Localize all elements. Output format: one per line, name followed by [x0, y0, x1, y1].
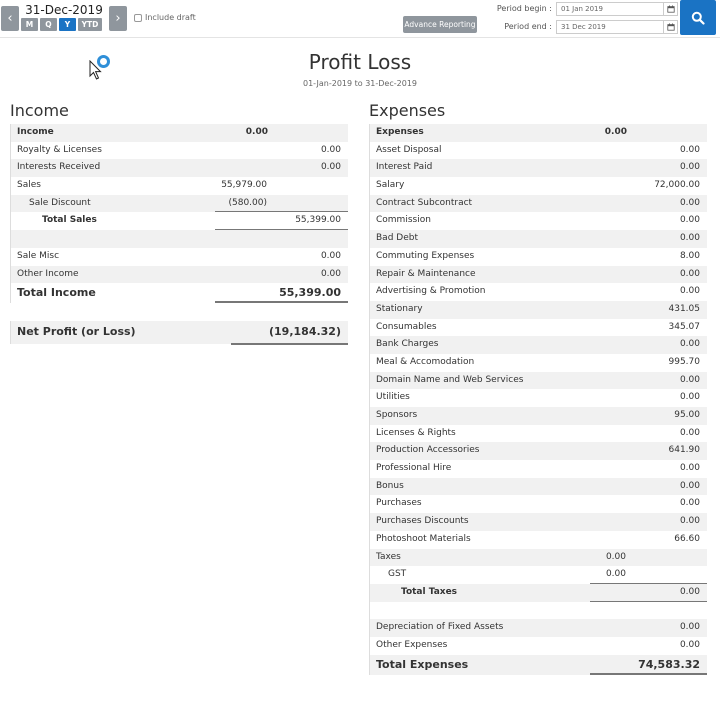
table-row[interactable]: Interests Received 0.00 [11, 159, 348, 178]
table-row[interactable]: Sale Misc 0.00 [11, 248, 348, 266]
report-toolbar: ‹ 31-Dec-2019 M Q Y YTD › Include draft … [0, 0, 720, 38]
table-row[interactable]: Sponsors 95.00 [370, 407, 707, 425]
previous-period-button[interactable]: ‹ [1, 6, 19, 31]
table-row[interactable]: Meal & Accomodation 995.70 [370, 354, 707, 372]
table-row[interactable]: GST 0.00 [370, 566, 707, 584]
calendar-icon[interactable] [664, 19, 678, 34]
page-title: Profit Loss [308, 50, 412, 74]
net-profit-row: Net Profit (or Loss) (19,184.32) [10, 321, 348, 345]
period-month-button[interactable]: M [21, 18, 38, 31]
table-row[interactable]: Bad Debt 0.00 [370, 230, 707, 248]
table-row[interactable]: Professional Hire 0.00 [370, 460, 707, 478]
search-button[interactable] [680, 0, 716, 35]
table-row[interactable]: Purchases Discounts 0.00 [370, 513, 707, 531]
period-button-group: M Q Y YTD [21, 18, 102, 31]
table-row[interactable]: Sales 55,979.00 [11, 177, 348, 195]
table-row[interactable]: Contract Subcontract 0.00 [370, 194, 707, 213]
period-begin-input[interactable] [556, 1, 664, 16]
table-row[interactable]: Interest Paid 0.00 [370, 159, 707, 178]
table-row[interactable]: Domain Name and Web Services 0.00 [370, 371, 707, 390]
table-row[interactable]: Asset Disposal 0.00 [370, 142, 707, 160]
table-row[interactable]: Other Income 0.00 [11, 265, 348, 284]
period-quarter-button[interactable]: Q [40, 18, 57, 31]
table-row[interactable]: Salary 72,000.00 [370, 177, 707, 195]
period-end-row: Period end : [470, 19, 678, 34]
table-row[interactable]: Bank Charges 0.00 [370, 336, 707, 354]
table-row[interactable]: Bonus 0.00 [370, 477, 707, 496]
spacer-row [370, 602, 707, 620]
table-row[interactable]: Utilities 0.00 [370, 389, 707, 407]
period-end-input[interactable] [556, 19, 664, 34]
include-draft-checkbox[interactable] [134, 13, 142, 22]
period-begin-label: Period begin : [496, 4, 552, 13]
table-row[interactable]: Other Expenses 0.00 [370, 637, 707, 655]
table-row[interactable]: Depreciation of Fixed Assets 0.00 [370, 619, 707, 637]
total-income-row: Total Income 55,399.00 [11, 283, 348, 304]
table-row[interactable]: Sale Discount (580.00) [11, 194, 348, 213]
search-icon [691, 11, 705, 25]
table-row[interactable]: Commuting Expenses 8.00 [370, 248, 707, 266]
spacer-row [11, 230, 348, 248]
expenses-header-row: Expenses 0.00 [370, 124, 707, 142]
table-row[interactable]: Taxes 0.00 [370, 548, 707, 567]
include-draft-label: Include draft [145, 13, 196, 22]
table-row[interactable]: Commission 0.00 [370, 212, 707, 230]
income-section-title: Income [10, 101, 69, 120]
table-row[interactable]: Total Sales 55,399.00 [11, 212, 348, 231]
income-header-row: Income 0.00 [11, 124, 348, 142]
calendar-icon[interactable] [664, 1, 678, 16]
table-row[interactable]: Stationary 431.05 [370, 300, 707, 319]
table-row[interactable]: Photoshoot Materials 66.60 [370, 531, 707, 549]
table-row[interactable]: Royalty & Licenses 0.00 [11, 142, 348, 160]
include-draft-toggle[interactable]: Include draft [134, 13, 196, 22]
table-row[interactable]: Consumables 345.07 [370, 319, 707, 337]
expenses-table: Expenses 0.00 Asset Disposal 0.00 Interes… [369, 124, 707, 675]
total-rule [590, 672, 707, 675]
period-begin-row: Period begin : [470, 1, 678, 16]
next-period-button[interactable]: › [109, 6, 127, 31]
table-row[interactable]: Total Taxes 0.00 [370, 583, 707, 602]
expenses-section-title: Expenses [369, 101, 446, 120]
report-date-range: 01-Jan-2019 to 31-Dec-2019 [303, 79, 417, 88]
table-row[interactable]: Production Accessories 641.90 [370, 442, 707, 461]
income-table: Income 0.00 Royalty & Licenses 0.00 Inte… [10, 124, 348, 304]
chevron-left-icon: ‹ [7, 11, 13, 26]
table-row[interactable]: Purchases 0.00 [370, 495, 707, 513]
period-year-button[interactable]: Y [59, 18, 76, 31]
table-row[interactable]: Licenses & Rights 0.00 [370, 425, 707, 443]
table-row[interactable]: Repair & Maintenance 0.00 [370, 265, 707, 284]
advance-reporting-button[interactable]: Advance Reporting [403, 16, 477, 33]
period-ytd-button[interactable]: YTD [78, 18, 102, 31]
total-rule [231, 343, 348, 345]
total-rule [215, 301, 348, 304]
table-row[interactable]: Advertising & Promotion 0.00 [370, 283, 707, 301]
total-expenses-row: Total Expenses 74,583.32 [370, 654, 707, 675]
period-end-label: Period end : [504, 22, 552, 31]
chevron-right-icon: › [115, 11, 121, 26]
current-date-label: 31-Dec-2019 [25, 3, 103, 17]
